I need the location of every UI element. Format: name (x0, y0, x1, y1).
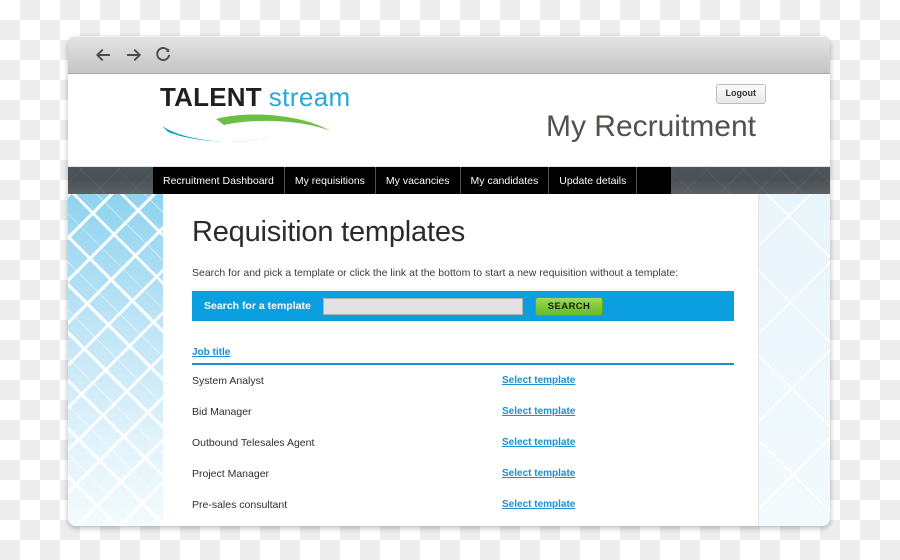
search-label: Search for a template (204, 300, 311, 312)
logo-stream-text: stream (268, 82, 351, 112)
select-template-link[interactable]: Select template (502, 468, 575, 479)
table-row: Outbound Telesales Agent Select template (192, 427, 734, 458)
reload-icon (154, 46, 172, 64)
nav-tab-recruitment-dashboard[interactable]: Recruitment Dashboard (153, 167, 285, 194)
browser-toolbar (68, 36, 830, 74)
talent-stream-logo: TALENT stream (154, 82, 350, 154)
browser-window: TALENT stream Logout My Recruitment Recr… (68, 36, 830, 526)
content-title: Requisition templates (192, 216, 466, 248)
templates-table: Job title System Analyst Select template… (192, 342, 734, 520)
arrow-left-icon (95, 48, 112, 62)
nav-tab-spacer (637, 167, 672, 194)
decorative-left-panel (68, 194, 163, 526)
back-button[interactable] (90, 42, 116, 68)
reload-button[interactable] (150, 42, 176, 68)
template-job-title: Bid Manager (192, 405, 252, 418)
template-job-title: Project Manager (192, 467, 270, 480)
forward-button[interactable] (120, 42, 146, 68)
template-job-title: Pre-sales consultant (192, 498, 288, 511)
template-job-title: System Analyst (192, 374, 264, 387)
search-input[interactable] (322, 297, 523, 315)
content-panel: Requisition templates Search for and pic… (163, 194, 758, 526)
table-row: Pre-sales consultant Select template (192, 489, 734, 520)
page-title: My Recruitment (545, 110, 756, 143)
nav-tab-list: Recruitment Dashboard My requisitions My… (153, 167, 672, 194)
logo-wordmark: TALENT stream (154, 82, 350, 112)
select-template-link[interactable]: Select template (502, 375, 575, 386)
site-header: TALENT stream Logout My Recruitment (68, 74, 830, 167)
select-template-link[interactable]: Select template (502, 437, 575, 448)
table-row: Project Manager Select template (192, 458, 734, 489)
select-template-link[interactable]: Select template (502, 406, 575, 417)
template-job-title: Outbound Telesales Agent (192, 436, 315, 449)
decorative-right-panel (758, 194, 830, 526)
logout-button[interactable]: Logout (715, 84, 766, 104)
nav-tab-my-vacancies[interactable]: My vacancies (375, 167, 461, 194)
nav-tab-my-candidates[interactable]: My candidates (460, 167, 550, 194)
logo-talent-text: TALENT (160, 82, 262, 112)
search-button[interactable]: SEARCH (534, 296, 604, 316)
select-template-link[interactable]: Select template (502, 499, 575, 510)
content-intro-text: Search for and pick a template or click … (192, 267, 679, 279)
nav-tab-update-details[interactable]: Update details (549, 167, 638, 194)
nav-tab-my-requisitions[interactable]: My requisitions (284, 167, 376, 194)
main-navigation: Recruitment Dashboard My requisitions My… (68, 167, 830, 194)
column-header-job-title[interactable]: Job title (192, 347, 230, 358)
table-row: System Analyst Select template (192, 365, 734, 396)
table-row: Bid Manager Select template (192, 396, 734, 427)
site-body: Requisition templates Search for and pic… (68, 194, 830, 526)
logo-swoosh-icon (162, 114, 330, 142)
arrow-right-icon (125, 48, 142, 62)
template-search-bar: Search for a template SEARCH (192, 291, 734, 321)
